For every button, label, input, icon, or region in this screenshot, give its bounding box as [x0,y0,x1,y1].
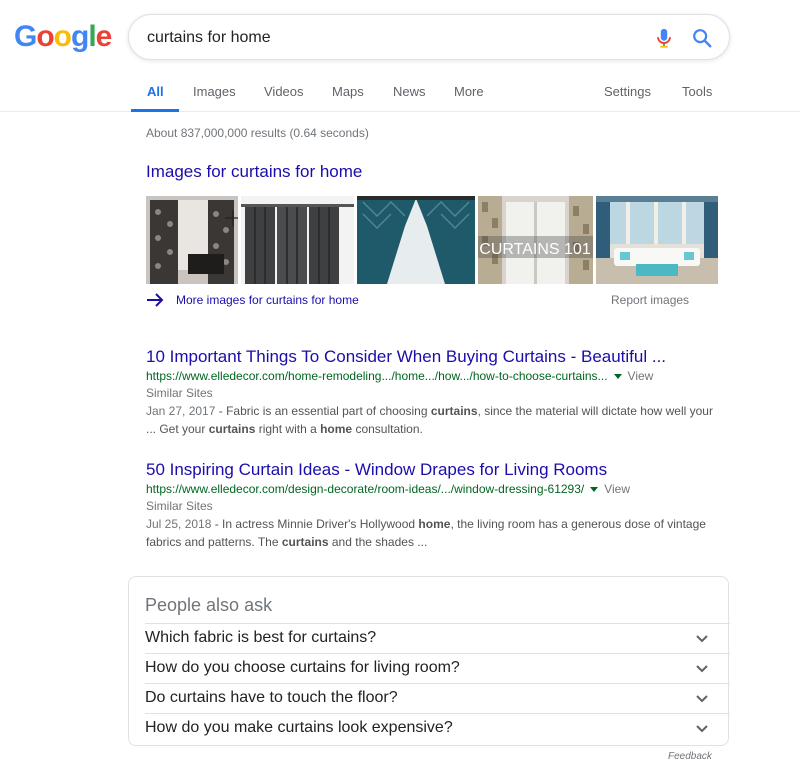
tab-maps[interactable]: Maps [332,84,364,99]
logo-letter: o [36,20,54,53]
result-date: Jul 25, 2018 [146,517,212,531]
tab-tools[interactable]: Tools [682,84,712,99]
snippet-highlight: home [418,517,451,531]
result-url: https://www.elledecor.com/design-decorat… [146,482,585,496]
image-thumbnails: CURTAINS 101 [146,196,718,284]
paa-question[interactable]: Which fabric is best for curtains? [145,623,730,653]
image-thumbnail[interactable]: CURTAINS 101 [478,196,593,284]
paa-question-text: Which fabric is best for curtains? [145,629,377,646]
chevron-down-icon [696,725,708,733]
paa-question[interactable]: Do curtains have to touch the floor? [145,683,730,713]
result-snippet: Jan 27, 2017 - Fabric is an essential pa… [146,402,726,438]
people-also-ask: People also ask Which fabric is best for… [128,576,730,746]
feedback-link[interactable]: Feedback [668,751,712,762]
result-url-line: https://www.elledecor.com/design-decorat… [146,481,726,498]
chevron-down-icon [696,695,708,703]
snippet-text: and the shades ... [328,535,428,549]
image-thumbnail[interactable] [357,196,475,284]
snippet-text: right with a [255,422,321,436]
search-result: 10 Important Things To Consider When Buy… [146,346,726,438]
active-tab-indicator [131,109,179,112]
tab-videos[interactable]: Videos [264,84,304,99]
images-block-title[interactable]: Images for curtains for home [146,162,362,182]
tab-all[interactable]: All [147,84,164,99]
report-images-link[interactable]: Report images [611,293,689,307]
image-thumbnail[interactable] [596,196,718,284]
more-images-link[interactable]: More images for curtains for home [146,290,359,310]
paa-question-text: How do you choose curtains for living ro… [145,659,460,676]
snippet-highlight: home [320,422,353,436]
snippet-highlight: curtains [281,535,329,549]
microphone-icon[interactable] [653,26,675,50]
result-title-link[interactable]: 10 Important Things To Consider When Buy… [146,346,726,368]
tab-news[interactable]: News [393,84,426,99]
snippet-text: - In actress Minnie Driver's Hollywood [211,517,419,531]
snippet-highlight: curtains [208,422,256,436]
chevron-down-icon [696,665,708,673]
search-icon[interactable] [691,27,713,49]
paa-question[interactable]: How do you make curtains look expensive? [145,713,730,743]
similar-sites-link[interactable]: Similar Sites [146,385,726,402]
paa-title: People also ask [145,595,273,615]
tab-more[interactable]: More [454,84,484,99]
result-url-line: https://www.elledecor.com/home-remodelin… [146,368,726,385]
caret-down-icon[interactable] [613,373,622,379]
snippet-text: consultation. [352,422,423,436]
paa-question-text: Do curtains have to touch the floor? [145,689,398,706]
search-result: 50 Inspiring Curtain Ideas - Window Drap… [146,459,726,551]
view-link[interactable]: View [604,482,630,496]
view-link[interactable]: View [628,369,654,383]
result-url: https://www.elledecor.com/home-remodelin… [146,369,608,383]
snippet-text: - Fabric is an essential part of choosin… [215,404,431,418]
google-logo[interactable]: Google [14,20,113,54]
tab-settings[interactable]: Settings [604,84,651,99]
snippet-highlight: curtains [430,404,478,418]
chevron-down-icon [696,635,708,643]
paa-question-text: How do you make curtains look expensive? [145,719,453,736]
result-stats: About 837,000,000 results (0.64 seconds) [146,126,369,140]
search-tabs: All Images Videos Maps News More Setting… [0,74,800,112]
search-box [128,14,730,60]
thumb-caption: CURTAINS 101 [479,241,591,258]
result-date: Jan 27, 2017 [146,404,216,418]
logo-letter: l [88,20,96,53]
arrow-right-icon [147,293,164,307]
result-snippet: Jul 25, 2018 - In actress Minnie Driver'… [146,515,726,551]
more-images-label: More images for curtains for home [176,293,359,307]
logo-letter: e [95,20,113,53]
search-input[interactable] [147,27,617,49]
logo-letter: g [71,20,89,53]
image-thumbnail[interactable] [146,196,238,284]
image-thumbnail[interactable] [241,196,354,284]
logo-letter: o [53,20,72,53]
tab-images[interactable]: Images [193,84,236,99]
logo-letter: G [14,20,37,53]
paa-question[interactable]: How do you choose curtains for living ro… [145,653,730,683]
caret-down-icon[interactable] [590,486,599,492]
similar-sites-link[interactable]: Similar Sites [146,498,726,515]
result-title-link[interactable]: 50 Inspiring Curtain Ideas - Window Drap… [146,459,726,481]
